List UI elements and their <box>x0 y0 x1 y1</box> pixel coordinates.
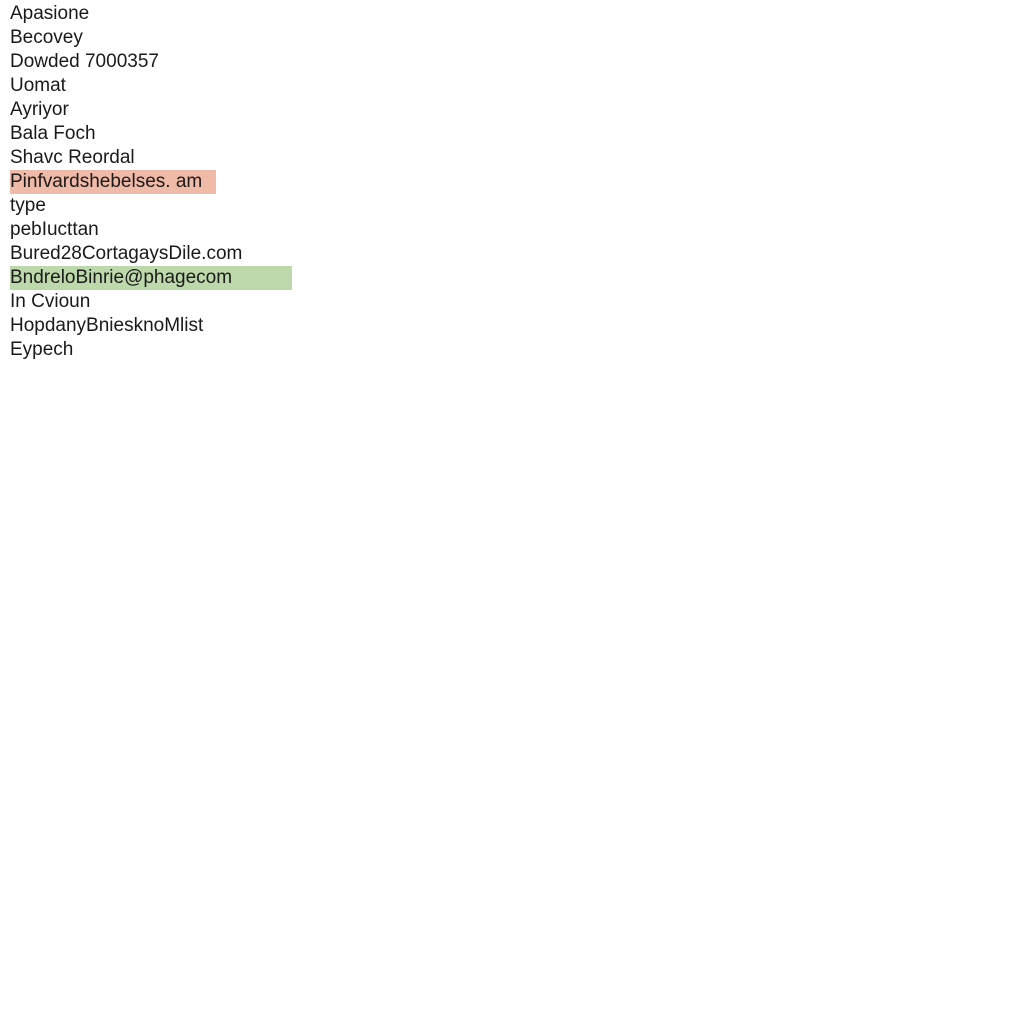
list-item: Bured28CortagaysDile.com <box>10 242 246 266</box>
list-item: Eypech <box>10 338 77 362</box>
text-list: Apasione Becovey Dowded 7000357 Uomat Ay… <box>10 2 1024 362</box>
list-item: Shavc Reordal <box>10 146 139 170</box>
list-item: HopdanyBniesknoMlist <box>10 314 207 338</box>
list-item: Bala Foch <box>10 122 100 146</box>
list-item: type <box>10 194 50 218</box>
list-item: Apasione <box>10 2 93 26</box>
list-item-highlighted-green: BndreloBinrie@phagecom <box>10 266 292 290</box>
list-item: In Cvioun <box>10 290 94 314</box>
list-item-highlighted-red: Pinfvardshebelses. am <box>10 170 216 194</box>
list-item: pebIucttan <box>10 218 103 242</box>
list-item: Ayriyor <box>10 98 73 122</box>
list-item: Becovey <box>10 26 87 50</box>
list-item: Dowded 7000357 <box>10 50 163 74</box>
list-item: Uomat <box>10 74 70 98</box>
